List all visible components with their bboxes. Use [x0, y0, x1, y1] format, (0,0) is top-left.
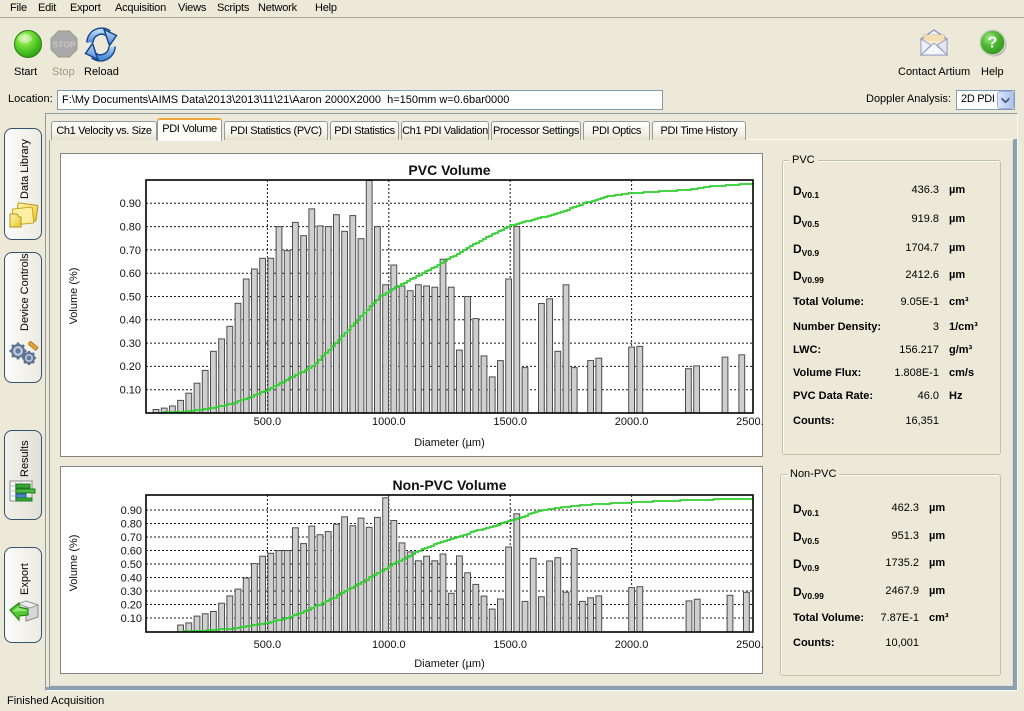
svg-text:0.10: 0.10 — [121, 613, 142, 625]
svg-text:0.40: 0.40 — [120, 315, 141, 327]
svg-text:1500.0: 1500.0 — [493, 416, 527, 428]
svg-text:500.0: 500.0 — [254, 416, 282, 428]
svg-text:0.50: 0.50 — [120, 291, 141, 303]
svg-text:1000.0: 1000.0 — [372, 639, 406, 651]
svg-text:0.80: 0.80 — [121, 518, 142, 530]
svg-text:500.0: 500.0 — [254, 639, 282, 651]
svg-text:1000.0: 1000.0 — [372, 416, 406, 428]
svg-text:Non-PVC Volume: Non-PVC Volume — [392, 477, 506, 493]
svg-text:1500.0: 1500.0 — [493, 639, 527, 651]
svg-text:2500.0: 2500.0 — [736, 639, 764, 651]
svg-text:Diameter (µm): Diameter (µm) — [414, 437, 485, 449]
svg-text:0.60: 0.60 — [120, 268, 141, 280]
svg-text:0.90: 0.90 — [120, 198, 141, 210]
svg-text:2000.0: 2000.0 — [615, 416, 649, 428]
svg-text:2500.0: 2500.0 — [736, 416, 764, 428]
svg-text:0.70: 0.70 — [121, 532, 142, 544]
svg-text:Volume (%): Volume (%) — [68, 268, 80, 325]
svg-text:Volume (%): Volume (%) — [68, 535, 80, 592]
svg-text:0.80: 0.80 — [120, 221, 141, 233]
svg-text:2000.0: 2000.0 — [615, 639, 649, 651]
svg-text:0.30: 0.30 — [120, 338, 141, 350]
svg-text:0.30: 0.30 — [121, 586, 142, 598]
svg-text:?: ? — [988, 35, 998, 52]
svg-text:0.40: 0.40 — [121, 572, 142, 584]
svg-text:0.50: 0.50 — [121, 559, 142, 571]
svg-text:0.60: 0.60 — [121, 545, 142, 557]
svg-text:Diameter (µm): Diameter (µm) — [414, 658, 485, 670]
svg-text:0.20: 0.20 — [120, 361, 141, 373]
svg-text:0.10: 0.10 — [120, 385, 141, 397]
svg-text:STOP: STOP — [53, 40, 76, 50]
svg-text:0.90: 0.90 — [121, 505, 142, 517]
svg-text:0.70: 0.70 — [120, 245, 141, 257]
svg-text:PVC Volume: PVC Volume — [408, 162, 490, 178]
svg-text:0.20: 0.20 — [121, 599, 142, 611]
